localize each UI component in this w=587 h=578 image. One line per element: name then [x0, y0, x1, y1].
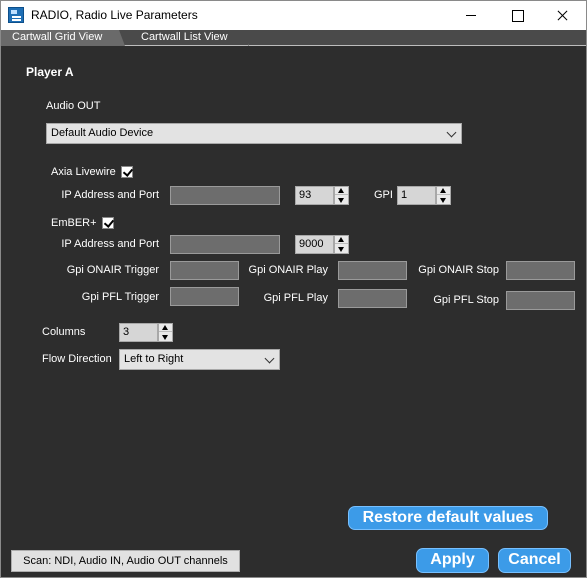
scan-channels-button[interactable]: Scan: NDI, Audio IN, Audio OUT channels [11, 550, 240, 572]
spin-up-icon[interactable] [335, 236, 348, 244]
gpi-onair-play-label: Gpi ONAIR Play [248, 264, 328, 276]
gpi-label: GPI [374, 189, 393, 201]
gpi-onair-stop-field[interactable] [506, 261, 575, 280]
maximize-icon[interactable] [494, 1, 540, 30]
ember-port-arrows[interactable] [334, 235, 349, 254]
ember-ip-field[interactable] [170, 235, 280, 254]
spin-down-icon[interactable] [335, 196, 348, 204]
flow-direction-select[interactable]: Left to Right [119, 349, 280, 370]
spin-up-icon[interactable] [335, 187, 348, 195]
axia-livewire-label: Axia Livewire [51, 166, 116, 178]
spin-down-icon[interactable] [335, 245, 348, 253]
gpi-onair-trigger-label: Gpi ONAIR Trigger [66, 264, 159, 276]
tab-cartwall-list-view[interactable]: Cartwall List View [125, 30, 249, 46]
axia-port-arrows[interactable] [334, 186, 349, 205]
axia-port-stepper[interactable]: 93 [295, 186, 349, 205]
columns-stepper[interactable]: 3 [119, 323, 173, 342]
cancel-button[interactable]: Cancel [498, 548, 571, 573]
axia-ip-label: IP Address and Port [61, 189, 159, 201]
spin-up-icon[interactable] [437, 187, 450, 195]
gpi-stepper[interactable]: 1 [397, 186, 451, 205]
axia-livewire-checkbox[interactable] [121, 166, 133, 178]
gpi-pfl-stop-field[interactable] [506, 291, 575, 310]
tab-cartwall-grid-view[interactable]: Cartwall Grid View [1, 30, 125, 46]
chevron-down-icon [264, 353, 275, 364]
gpi-onair-trigger-field[interactable] [170, 261, 239, 280]
app-icon [8, 7, 24, 23]
axia-port-value[interactable]: 93 [295, 186, 334, 205]
tab-bar: Cartwall Grid View Cartwall List View [1, 30, 586, 46]
spin-down-icon[interactable] [159, 333, 172, 341]
gpi-pfl-play-label: Gpi PFL Play [263, 292, 328, 304]
columns-arrows[interactable] [158, 323, 173, 342]
axia-ip-field[interactable] [170, 186, 280, 205]
gpi-pfl-trigger-label: Gpi PFL Trigger [81, 291, 159, 303]
spin-up-icon[interactable] [159, 324, 172, 332]
restore-defaults-button[interactable]: Restore default values [348, 506, 548, 530]
ember-port-stepper[interactable]: 9000 [295, 235, 349, 254]
audio-out-label: Audio OUT [46, 100, 101, 112]
window-title: RADIO, Radio Live Parameters [31, 8, 198, 22]
columns-label: Columns [42, 326, 86, 338]
gpi-onair-stop-label: Gpi ONAIR Stop [418, 264, 499, 276]
apply-button[interactable]: Apply [416, 548, 489, 573]
ember-label: EmBER+ [51, 217, 97, 229]
gpi-pfl-play-field[interactable] [338, 289, 407, 308]
gpi-onair-play-field[interactable] [338, 261, 407, 280]
gpi-pfl-trigger-field[interactable] [170, 287, 239, 306]
ember-port-value[interactable]: 9000 [295, 235, 334, 254]
player-title: Player A [26, 65, 74, 79]
spin-down-icon[interactable] [437, 196, 450, 204]
ember-ip-label: IP Address and Port [61, 238, 159, 250]
chevron-down-icon [446, 127, 457, 138]
audio-out-select[interactable]: Default Audio Device [46, 123, 462, 144]
gpi-pfl-stop-label: Gpi PFL Stop [433, 294, 499, 306]
flow-direction-label: Flow Direction [42, 353, 112, 365]
ember-checkbox[interactable] [102, 217, 114, 229]
gpi-value[interactable]: 1 [397, 186, 436, 205]
dialog-window: RADIO, Radio Live Parameters Cartwall Gr… [0, 0, 587, 578]
gpi-arrows[interactable] [436, 186, 451, 205]
audio-out-value: Default Audio Device [51, 127, 154, 139]
columns-value[interactable]: 3 [119, 323, 158, 342]
minimize-icon[interactable] [448, 1, 494, 30]
flow-direction-value: Left to Right [124, 353, 184, 365]
title-bar: RADIO, Radio Live Parameters [1, 1, 586, 30]
close-icon[interactable] [540, 1, 586, 30]
